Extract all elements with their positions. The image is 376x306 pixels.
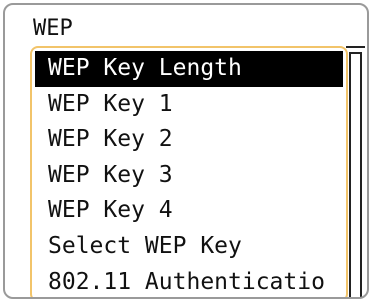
- scrollbar-cap: [346, 46, 365, 48]
- menu-item-select-wep-key[interactable]: Select WEP Key: [35, 229, 343, 265]
- menu-item-wep-key-3[interactable]: WEP Key 3: [35, 158, 343, 194]
- menu-item-wep-key-2[interactable]: WEP Key 2: [35, 122, 343, 158]
- menu-item-wep-key-length[interactable]: WEP Key Length: [35, 51, 343, 87]
- screen-title: WEP: [33, 16, 73, 41]
- menu-list-box: WEP Key Length WEP Key 1 WEP Key 2 WEP K…: [30, 46, 348, 297]
- menu-item-80211-authentication[interactable]: 802.11 Authenticatio: [35, 265, 343, 297]
- scrollbar-track[interactable]: [349, 52, 362, 297]
- menu-list: WEP Key Length WEP Key 1 WEP Key 2 WEP K…: [35, 51, 343, 297]
- menu-item-wep-key-1[interactable]: WEP Key 1: [35, 87, 343, 123]
- scrollbar[interactable]: [346, 46, 365, 297]
- lcd-screen: WEP WEP Key Length WEP Key 1 WEP Key 2 W…: [3, 3, 369, 299]
- menu-item-wep-key-4[interactable]: WEP Key 4: [35, 193, 343, 229]
